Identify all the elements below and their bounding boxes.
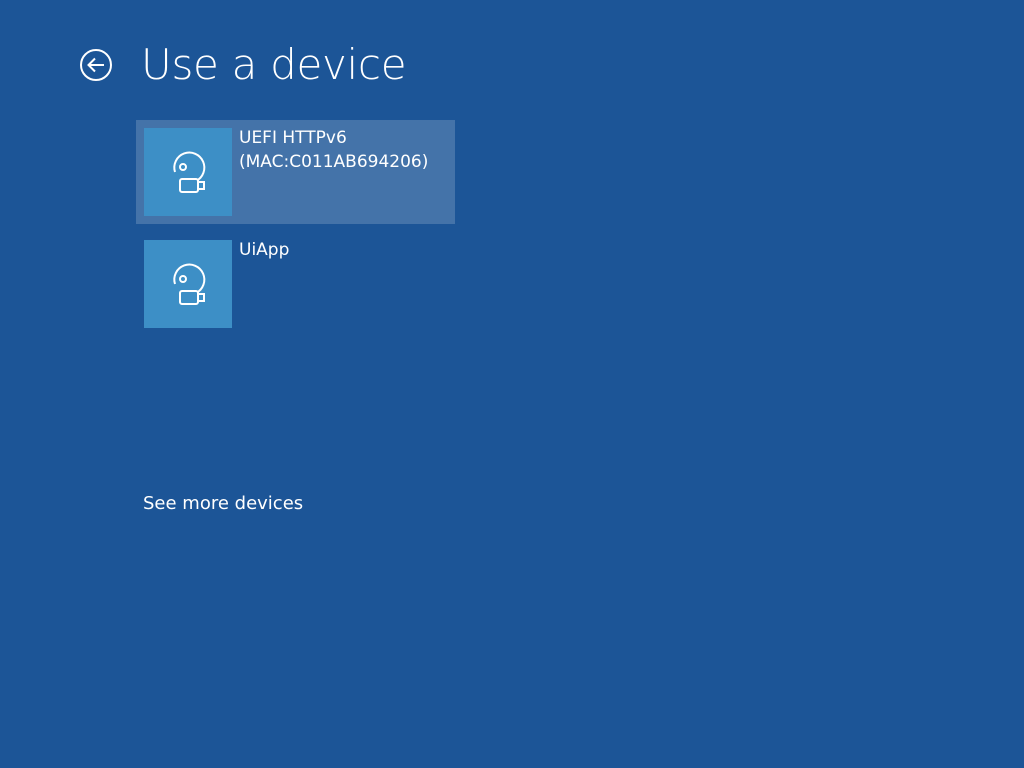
disc-usb-drive-icon [173, 151, 206, 193]
device-tile-uefi-httpv6[interactable]: UEFI HTTPv6 (MAC:C011AB694206) [136, 120, 455, 224]
device-icon-box [144, 128, 232, 216]
device-icon-box [144, 240, 232, 328]
back-button[interactable] [79, 48, 113, 82]
boot-options-screen: Use a device UEFI HTTPv6 (MAC:C011AB6942… [0, 0, 1024, 768]
device-list: UEFI HTTPv6 (MAC:C011AB694206) UiApp [136, 120, 456, 344]
device-label: UEFI HTTPv6 (MAC:C011AB694206) [239, 128, 429, 172]
disc-usb-drive-icon [173, 263, 206, 305]
device-tile-uiapp[interactable]: UiApp [136, 232, 455, 336]
see-more-devices-link[interactable]: See more devices [143, 491, 303, 517]
back-arrow-icon [80, 49, 112, 81]
device-label: UiApp [239, 240, 290, 260]
page-title: Use a device [141, 40, 407, 89]
